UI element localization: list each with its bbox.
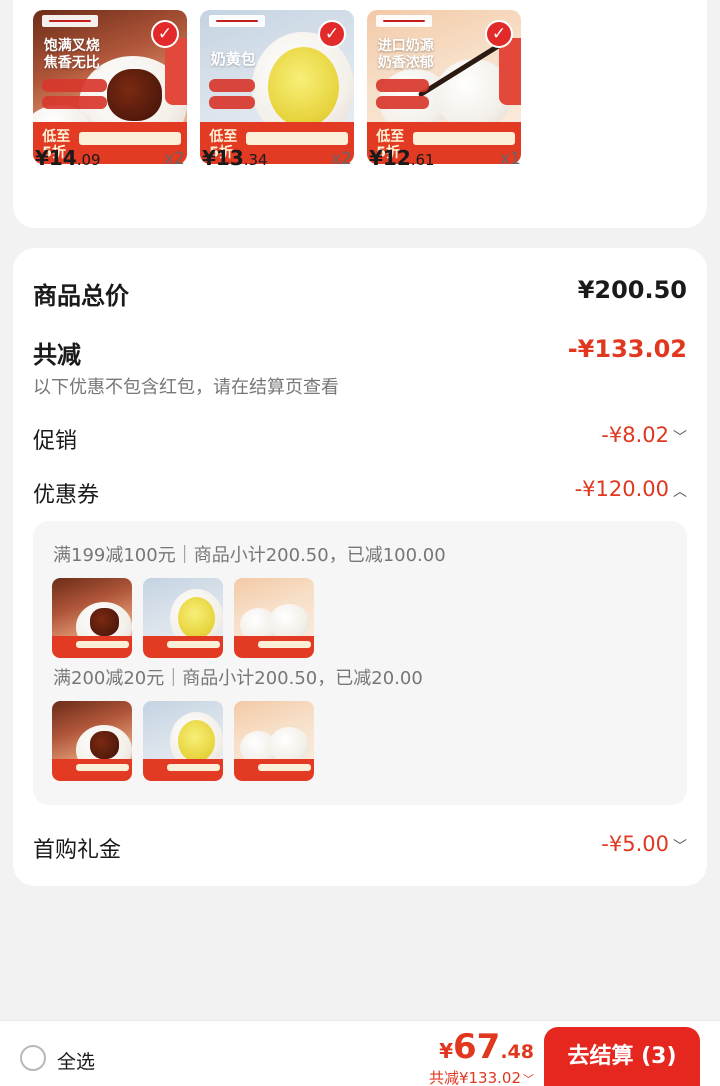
coupon-value[interactable]: -¥120.00 ︿ [575,477,687,501]
product-qty-3: x1 [500,149,521,169]
first-buy-label: 首购礼金 [33,838,122,863]
total-label: 商品总价 [33,282,129,310]
product-slogan-1a: 饱满叉烧 [43,37,100,54]
radio-unchecked-icon[interactable] [20,1045,46,1071]
brand-logo [376,14,432,27]
final-price: ¥67.48 [439,1027,534,1067]
total-value: ¥200.50 [577,276,687,304]
promo-row[interactable]: 促销 -¥8.02 ﹀ [33,423,687,455]
product-slogan-1b: 焦香无比 [43,55,100,72]
first-buy-value[interactable]: -¥5.00 ﹀ [601,832,687,856]
product-deal-1a: 低至 [42,129,71,146]
total-saving[interactable]: 共减¥133.02 ﹀ [429,1067,534,1086]
first-buy-row[interactable]: 首购礼金 -¥5.00 ﹀ [33,832,687,864]
coupon-line-2: 满200减20元｜商品小计200.50，已减20.00 [53,668,423,689]
product-thumb-2[interactable]: 奶黄包 低至 5折 ✓ [200,10,354,164]
chevron-down-icon: ﹀ [673,839,687,855]
product-thumb-1[interactable]: 饱满叉烧 焦香无比 低至 5折 ✓ [33,10,187,164]
product-qty-1: x2 [164,149,185,169]
coupon-row[interactable]: 优惠券 -¥120.00 ︿ [33,477,687,509]
product-price-2: ¥13.34 [202,146,268,170]
reduce-row: 共减 -¥133.02 [33,335,687,369]
coupon-1-product-3 [234,578,314,658]
product-qty-2: x2 [331,149,352,169]
discount-note: 以下优惠不包含红包，请在结算页查看 [33,377,339,398]
product-deal-3a: 低至 [376,129,405,146]
product-deal-2a: 低至 [209,129,238,146]
coupon-detail-box: 满199减100元｜商品小计200.50，已减100.00 满200减20元｜商… [33,521,687,805]
coupon-label: 优惠券 [33,483,100,508]
promo-label: 促销 [33,429,78,454]
product-price-3: ¥12.61 [369,146,435,170]
promo-value[interactable]: -¥8.02 ﹀ [601,423,687,447]
product-slogan-2a: 奶黄包 [210,50,256,69]
chevron-up-icon: ︿ [673,484,687,500]
product-slogan-3a: 进口奶源 [377,37,434,54]
coupon-1-product-2 [143,578,223,658]
product-slogan-3b: 奶香浓郁 [377,55,434,72]
checkout-bar: 全选 ¥67.48 共减¥133.02 ﹀ 去结算 (3) [0,1020,720,1086]
check-icon[interactable]: ✓ [151,20,179,48]
checkout-button[interactable]: 去结算 (3) [544,1027,700,1086]
product-thumb-3[interactable]: 进口奶源 奶香浓郁 低至 5折 ✓ [367,10,521,164]
select-all-label[interactable]: 全选 [57,1047,95,1074]
reduce-value: -¥133.02 [567,335,687,363]
chevron-down-icon: ﹀ [673,430,687,446]
chevron-down-icon: ﹀ [523,1073,534,1086]
coupon-2-product-3 [234,701,314,781]
check-icon[interactable]: ✓ [485,20,513,48]
brand-logo [209,14,265,27]
product-card: 饱满叉烧 焦香无比 低至 5折 ✓ ¥14.09 x2 奶黄包 低至 5折 ✓ … [13,0,707,228]
coupon-2-product-1 [52,701,132,781]
price-summary-card: 商品总价 ¥200.50 共减 -¥133.02 以下优惠不包含红包，请在结算页… [13,248,707,886]
total-row: 商品总价 ¥200.50 [33,276,687,310]
reduce-label: 共减 [33,341,81,369]
coupon-line-1: 满199减100元｜商品小计200.50，已减100.00 [53,545,446,566]
coupon-1-product-1 [52,578,132,658]
brand-logo [42,14,98,27]
product-price-1: ¥14.09 [35,146,101,170]
check-icon[interactable]: ✓ [318,20,346,48]
coupon-2-product-2 [143,701,223,781]
